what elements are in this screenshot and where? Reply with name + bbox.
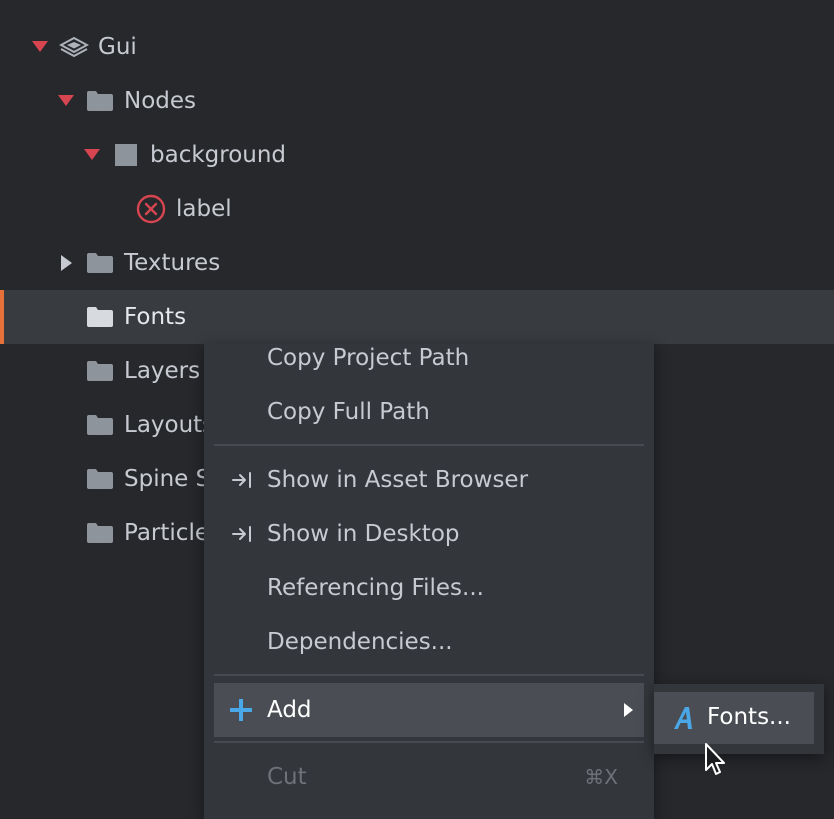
- reveal-arrow-icon: [230, 470, 254, 490]
- tree-item-label: Layouts: [124, 412, 215, 438]
- menu-item-dependencies[interactable]: Dependencies...: [214, 615, 644, 669]
- menu-item-add[interactable]: Add: [214, 683, 644, 737]
- tree-item-label: Fonts: [124, 304, 187, 330]
- tree-item-label: label: [176, 196, 232, 222]
- folder-icon: [86, 521, 114, 545]
- expanded-arrow-icon[interactable]: [32, 41, 48, 52]
- folder-icon: [86, 413, 114, 437]
- menu-item-label: Dependencies...: [267, 629, 453, 655]
- menu-separator: [214, 674, 644, 676]
- menu-item-label: Copy Full Path: [267, 399, 430, 425]
- menu-item-label: Copy Project Path: [267, 345, 470, 371]
- menu-item-copy-full-path[interactable]: Copy Full Path: [214, 385, 644, 439]
- menu-item-label: Fonts...: [707, 704, 791, 730]
- submenu-arrow-icon: [624, 703, 633, 717]
- menu-item-label: Cut: [267, 764, 307, 790]
- collapsed-arrow-icon[interactable]: [61, 255, 72, 271]
- tree-item-label: background: [150, 142, 287, 168]
- tree-item-label: Layers: [124, 358, 201, 384]
- menu-item-add-fonts[interactable]: Fonts...: [654, 692, 814, 744]
- layers-icon: [58, 35, 90, 59]
- menu-item-cut[interactable]: Cut ⌘X: [214, 750, 644, 804]
- menu-separator: [214, 741, 644, 743]
- reveal-arrow-icon: [230, 524, 254, 544]
- menu-item-label: Referencing Files...: [267, 575, 484, 601]
- folder-icon: [86, 305, 114, 329]
- folder-icon: [86, 251, 114, 275]
- tree-item-label: Gui: [98, 34, 137, 60]
- box-node-icon: [114, 143, 138, 167]
- tree-item-label: Spine S: [124, 466, 211, 492]
- tree-item-label: Particle: [124, 520, 209, 546]
- font-icon: [670, 704, 698, 732]
- menu-item-show-in-asset-browser[interactable]: Show in Asset Browser: [214, 453, 644, 507]
- menu-item-label: Add: [267, 697, 312, 723]
- mouse-cursor-icon: [704, 742, 730, 778]
- plus-icon: [228, 697, 254, 723]
- tree-item-textures[interactable]: Textures: [0, 236, 834, 290]
- menu-item-label: Show in Asset Browser: [267, 467, 529, 493]
- tree-item-label-node[interactable]: label: [0, 182, 834, 236]
- folder-icon: [86, 467, 114, 491]
- folder-icon: [86, 89, 114, 113]
- folder-icon: [86, 359, 114, 383]
- expanded-arrow-icon[interactable]: [58, 95, 74, 106]
- tree-item-label: Textures: [124, 250, 221, 276]
- menu-item-copy-project-path[interactable]: Copy Project Path: [214, 331, 644, 385]
- menu-item-label: Show in Desktop: [267, 521, 460, 547]
- menu-item-referencing-files[interactable]: Referencing Files...: [214, 561, 644, 615]
- tree-item-background[interactable]: background: [0, 128, 834, 182]
- outline-panel: Gui Nodes background label Textures Font…: [0, 0, 834, 819]
- shortcut-label: ⌘X: [584, 765, 618, 789]
- error-circle-icon: [136, 194, 166, 224]
- menu-item-show-in-desktop[interactable]: Show in Desktop: [214, 507, 644, 561]
- expanded-arrow-icon[interactable]: [84, 149, 100, 160]
- context-menu: Copy Project Path Copy Full Path Show in…: [204, 344, 654, 819]
- menu-separator: [214, 444, 644, 446]
- tree-item-gui[interactable]: Gui: [0, 20, 834, 74]
- add-submenu: Fonts...: [654, 684, 824, 754]
- tree-item-label: Nodes: [124, 88, 197, 114]
- tree-item-nodes[interactable]: Nodes: [0, 74, 834, 128]
